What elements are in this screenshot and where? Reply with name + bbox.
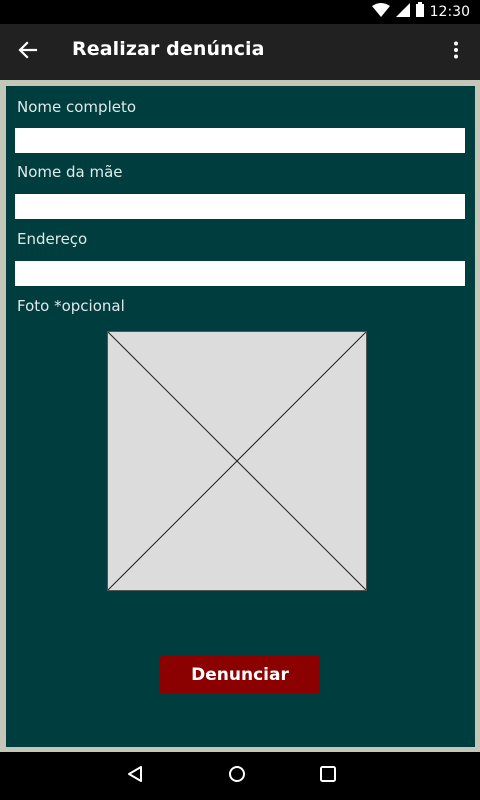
page-title: Realizar denúncia [72, 38, 265, 60]
status-bar: 12:30 [0, 0, 480, 24]
report-form: Nome completo Nome da mãe Endereço Foto … [6, 86, 475, 747]
address-label: Endereço [17, 230, 88, 248]
mother-name-input[interactable] [15, 194, 465, 219]
more-vert-icon [453, 41, 459, 64]
back-button[interactable] [12, 36, 44, 68]
arrow-back-icon [18, 40, 38, 65]
mother-name-label: Nome da mãe [17, 163, 123, 181]
status-icons: 12:30 [371, 2, 470, 22]
photo-picker[interactable] [107, 331, 367, 591]
status-time: 12:30 [429, 4, 470, 20]
navigation-bar [0, 752, 480, 800]
nav-back-button[interactable] [123, 764, 147, 788]
back-triangle-icon [127, 765, 143, 788]
battery-icon [415, 2, 424, 22]
photo-label: Foto *opcional [17, 297, 125, 315]
image-placeholder-icon [108, 332, 366, 590]
report-button[interactable]: Denunciar [160, 656, 320, 694]
recents-square-icon [319, 765, 337, 788]
full-name-label: Nome completo [17, 98, 137, 116]
overflow-menu-button[interactable] [440, 36, 472, 68]
nav-recents-button[interactable] [316, 764, 340, 788]
nav-home-button[interactable] [225, 764, 249, 788]
signal-icon [395, 2, 410, 22]
address-input[interactable] [15, 261, 465, 286]
full-name-input[interactable] [15, 128, 465, 153]
home-circle-icon [227, 764, 247, 789]
app-bar: Realizar denúncia [0, 24, 480, 80]
wifi-icon [371, 2, 390, 22]
